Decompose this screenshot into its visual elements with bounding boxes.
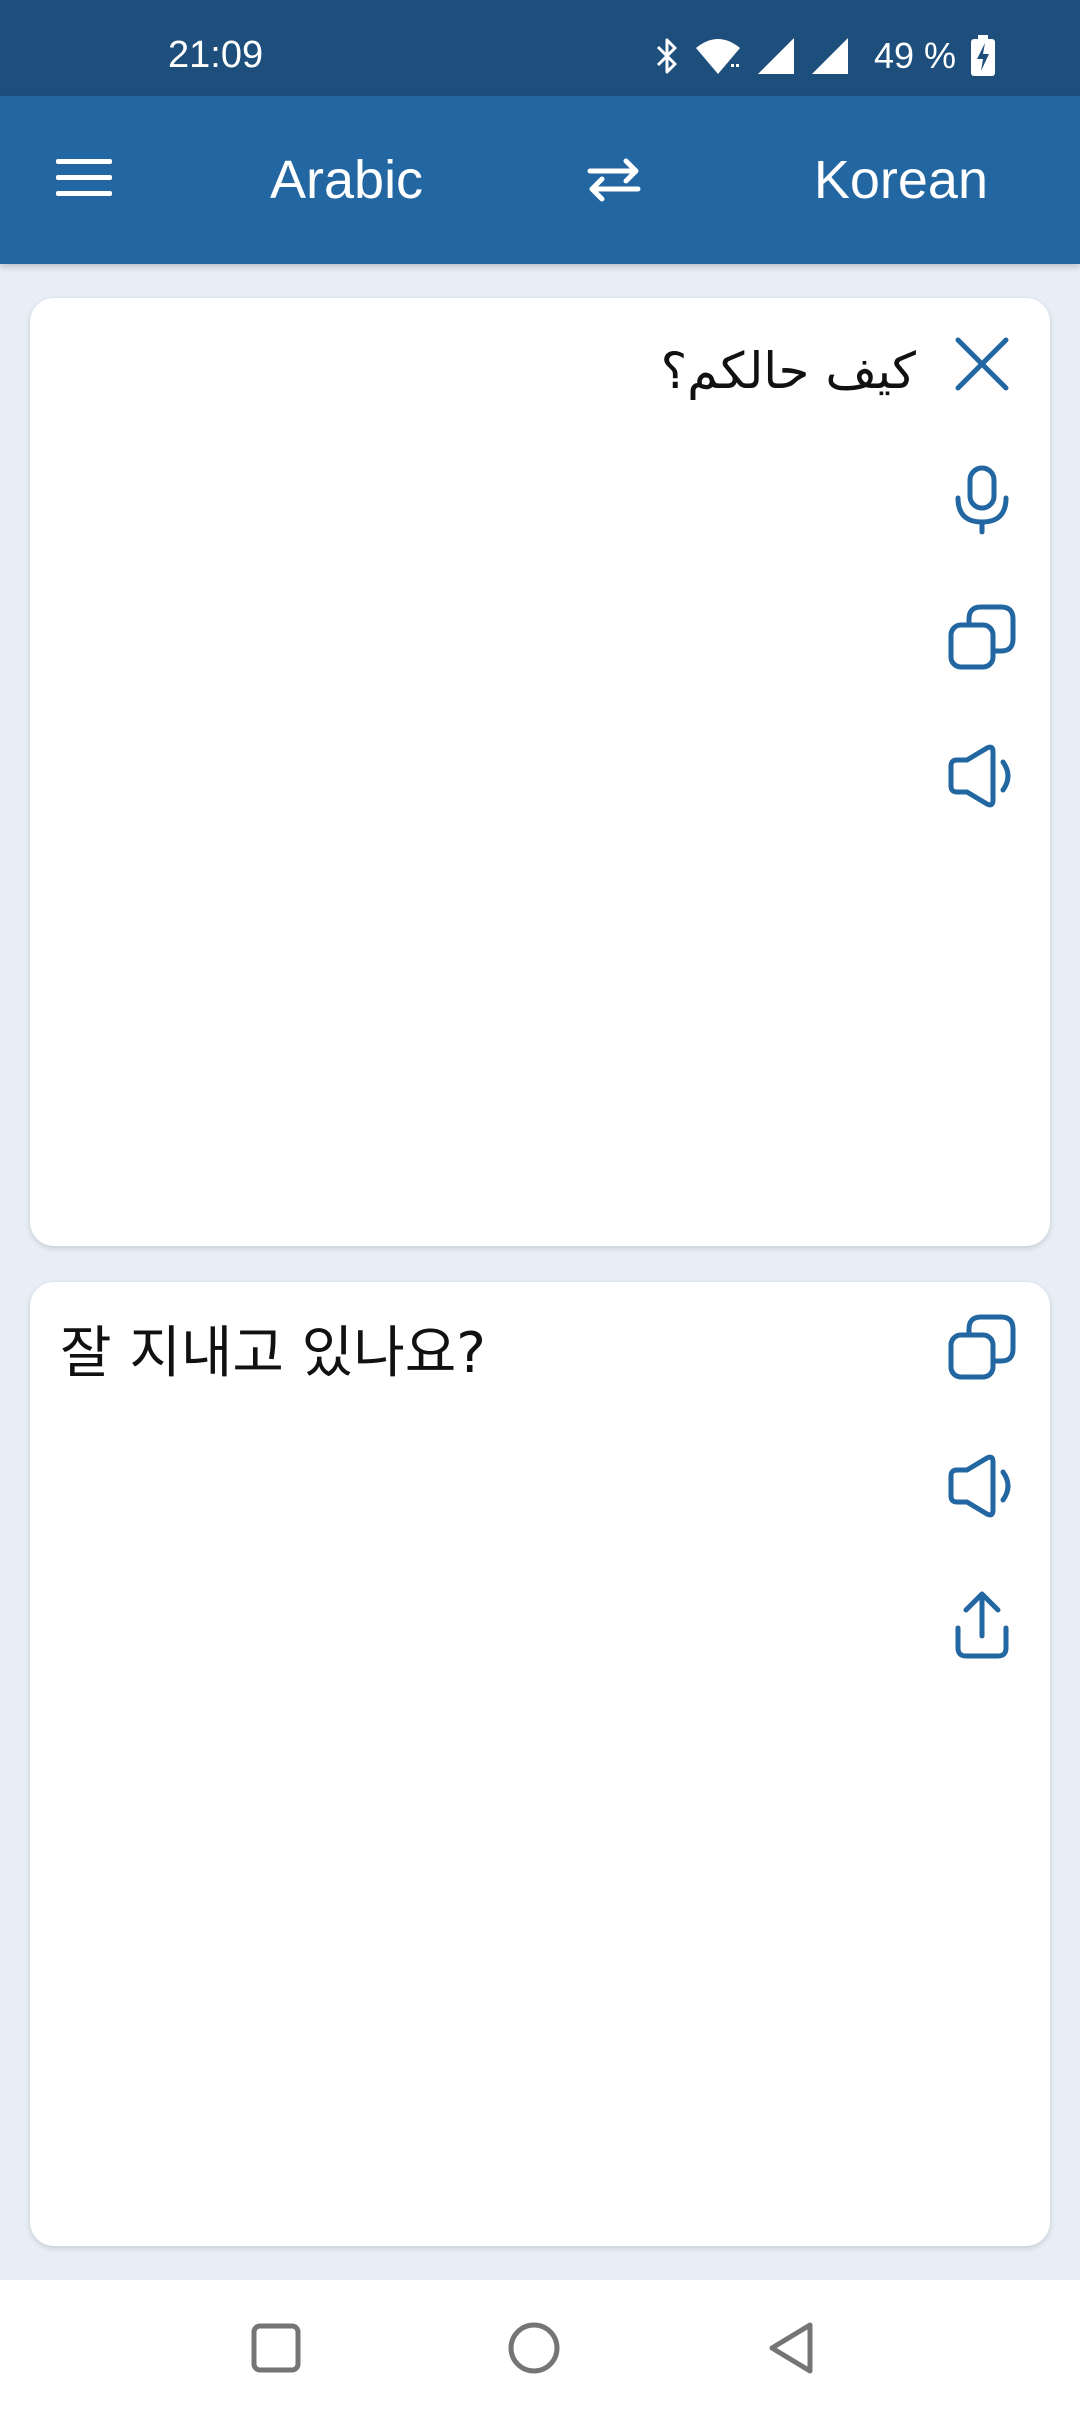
signal-icon <box>756 36 796 76</box>
swap-languages-button[interactable] <box>584 148 644 216</box>
output-text: 잘 지내고 있나요? <box>60 1321 486 1386</box>
microphone-icon <box>952 465 1012 539</box>
microphone-button[interactable] <box>934 454 1030 550</box>
bluetooth-icon <box>654 36 680 76</box>
speaker-icon <box>947 1454 1017 1522</box>
system-nav-bar <box>0 2280 1080 2412</box>
share-button[interactable] <box>934 1578 1030 1674</box>
battery-charging-icon <box>970 35 996 77</box>
input-card: كيف حالكم؟ <box>30 298 1050 1246</box>
copy-button[interactable] <box>934 592 1030 688</box>
home-icon <box>506 2320 562 2380</box>
menu-button[interactable] <box>44 146 124 214</box>
swap-icon <box>584 156 644 208</box>
home-button[interactable] <box>494 2310 574 2390</box>
battery-percentage: 49 % <box>873 35 956 76</box>
status-icons: 49 % <box>654 34 996 78</box>
speak-button[interactable] <box>934 730 1030 826</box>
speaker-icon <box>947 744 1017 812</box>
input-text[interactable]: كيف حالكم؟ <box>116 336 916 406</box>
copy-button[interactable] <box>934 1302 1030 1398</box>
recents-icon <box>250 2322 302 2378</box>
clear-button[interactable] <box>934 318 1030 414</box>
source-language-button[interactable]: Arabic <box>270 148 423 213</box>
wifi-icon <box>694 36 742 76</box>
back-icon <box>766 2320 818 2380</box>
menu-icon <box>54 157 114 203</box>
copy-icon <box>947 1313 1017 1387</box>
status-time: 21:09 <box>168 34 264 76</box>
app-bar: Arabic Korean <box>0 96 1080 264</box>
recents-button[interactable] <box>236 2310 316 2390</box>
close-icon <box>952 334 1012 398</box>
back-button[interactable] <box>752 2310 832 2390</box>
target-language-button[interactable]: Korean <box>814 148 988 213</box>
status-bar: 21:09 49 % <box>0 0 1080 96</box>
share-icon <box>952 1588 1012 1664</box>
signal-icon <box>810 36 850 76</box>
copy-icon <box>947 603 1017 677</box>
speak-button[interactable] <box>934 1440 1030 1536</box>
output-card: 잘 지내고 있나요? <box>30 1282 1050 2246</box>
